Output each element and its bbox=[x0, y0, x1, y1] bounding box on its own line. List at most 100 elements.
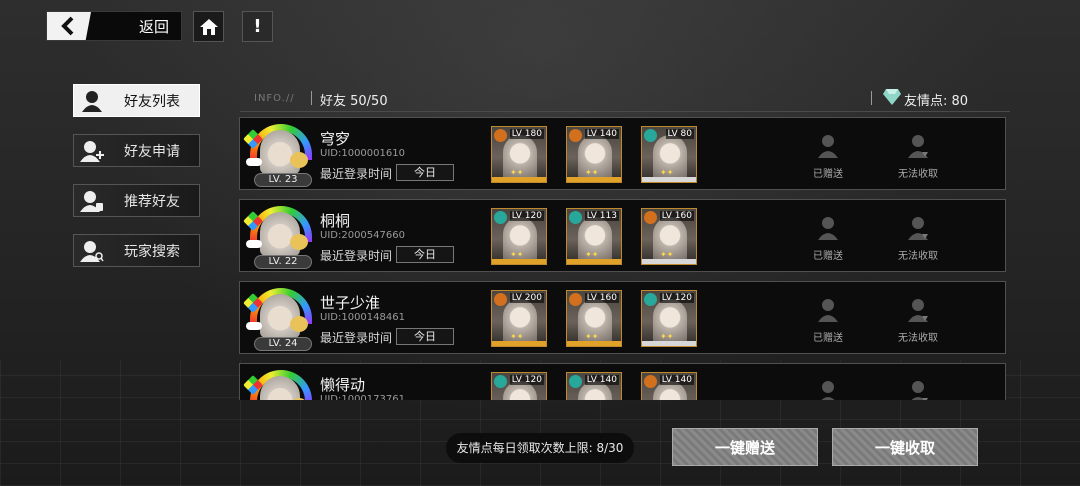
doll-type-icon bbox=[644, 375, 657, 388]
rarity-bar bbox=[642, 177, 696, 182]
gift-user-icon bbox=[818, 217, 838, 240]
back-button[interactable]: 返回 bbox=[46, 11, 182, 41]
receive-user-icon bbox=[908, 135, 928, 158]
cloud-icon bbox=[246, 240, 262, 248]
rarity-bar bbox=[642, 259, 696, 264]
send-gift-button[interactable]: 已赠送 bbox=[793, 380, 863, 400]
login-value: 今日 bbox=[396, 246, 454, 263]
alert-button[interactable]: ! bbox=[242, 11, 273, 42]
receive-gift-button[interactable]: 无法收取 bbox=[883, 380, 953, 400]
tab-recommended-friends[interactable]: 推荐好友 bbox=[73, 184, 200, 217]
doll-level: LV 120 bbox=[659, 293, 694, 303]
receive-gift-button[interactable]: 无法收取 bbox=[883, 298, 953, 344]
send-gift-button[interactable]: 已赠送 bbox=[793, 134, 863, 180]
info-tag: INFO.// bbox=[254, 93, 295, 104]
doll-card[interactable]: LV 160 ✦✦ bbox=[641, 208, 697, 265]
doll-stars-icon: ✦✦ bbox=[585, 168, 599, 177]
user-add-icon bbox=[74, 140, 110, 162]
player-name: 桐桐 bbox=[320, 212, 351, 230]
friend-count: 好友 50/50 bbox=[320, 94, 388, 109]
doll-stars-icon: ✦✦ bbox=[660, 250, 674, 259]
doll-level: LV 200 bbox=[509, 293, 544, 303]
send-all-button[interactable]: 一键赠送 bbox=[672, 428, 818, 466]
avatar[interactable]: LV. 24 bbox=[243, 286, 312, 351]
friend-list[interactable]: LV. 23 穹穸 UID:1000001610 最近登录时间 今日 LV 18… bbox=[239, 117, 1006, 400]
login-value: 今日 bbox=[396, 164, 454, 181]
send-gift-button[interactable]: 已赠送 bbox=[793, 298, 863, 344]
doll-card[interactable]: LV 113 ✦✦ bbox=[566, 208, 622, 265]
login-label: 最近登录时间 bbox=[320, 249, 393, 263]
doll-level: LV 140 bbox=[584, 129, 619, 139]
player-uid: UID:1000001610 bbox=[320, 148, 405, 159]
doll-level: LV 160 bbox=[659, 211, 694, 221]
doll-card[interactable]: LV 120 ✦✦ bbox=[491, 208, 547, 265]
doll-type-icon bbox=[494, 375, 507, 388]
avatar[interactable]: LV. 22 bbox=[243, 204, 312, 269]
back-arrow-icon bbox=[47, 12, 91, 40]
receive-status: 无法收取 bbox=[898, 333, 938, 344]
player-name: 世子少淮 bbox=[320, 294, 381, 312]
divider bbox=[311, 91, 312, 105]
player-uid: UID:2000547660 bbox=[320, 230, 405, 241]
doll-stars-icon: ✦✦ bbox=[660, 332, 674, 341]
player-uid: UID:1000148461 bbox=[320, 312, 405, 323]
rarity-bar bbox=[567, 341, 621, 346]
friendship-points: 友情点: 80 bbox=[904, 94, 969, 109]
rarity-bar bbox=[492, 259, 546, 264]
doll-card[interactable]: LV 120 ✦✦ bbox=[641, 290, 697, 347]
tab-label: 好友申请 bbox=[124, 143, 180, 160]
gift-user-icon bbox=[818, 299, 838, 322]
doll-level: LV 80 bbox=[665, 129, 694, 139]
back-label: 返回 bbox=[139, 17, 170, 36]
doll-card[interactable]: LV 140 ✦✦ bbox=[566, 372, 622, 400]
player-name: 穹穸 bbox=[320, 130, 351, 148]
friend-row[interactable]: LV. 23 懒得动 UID:1000173761 最近登录时间 今日 LV 1… bbox=[239, 363, 1006, 400]
receive-gift-button[interactable]: 无法收取 bbox=[883, 216, 953, 262]
receive-status: 无法收取 bbox=[898, 169, 938, 180]
friend-row[interactable]: LV. 24 世子少淮 UID:1000148461 最近登录时间 今日 LV … bbox=[239, 281, 1006, 354]
doll-stars-icon: ✦✦ bbox=[585, 250, 599, 259]
doll-level: LV 113 bbox=[584, 211, 619, 221]
doll-card[interactable]: LV 80 ✦✦ bbox=[641, 126, 697, 183]
doll-type-icon bbox=[494, 129, 507, 142]
info-header: INFO.// 好友 50/50 友情点: 80 bbox=[240, 86, 1010, 112]
doll-card[interactable]: LV 180 ✦✦ bbox=[491, 126, 547, 183]
avatar[interactable]: LV. 23 bbox=[243, 122, 312, 187]
friend-row[interactable]: LV. 22 桐桐 UID:2000547660 最近登录时间 今日 LV 12… bbox=[239, 199, 1006, 272]
pet-icon bbox=[290, 152, 308, 168]
user-icon bbox=[74, 90, 110, 112]
friend-row[interactable]: LV. 23 穹穸 UID:1000001610 最近登录时间 今日 LV 18… bbox=[239, 117, 1006, 190]
gift-user-icon bbox=[818, 135, 838, 158]
doll-card[interactable]: LV 120 ✦✦ bbox=[491, 372, 547, 400]
player-name: 懒得动 bbox=[320, 376, 366, 394]
send-gift-button[interactable]: 已赠送 bbox=[793, 216, 863, 262]
tab-player-search[interactable]: 玩家搜索 bbox=[73, 234, 200, 267]
user-search-icon bbox=[74, 240, 110, 262]
home-button[interactable] bbox=[193, 11, 224, 42]
rarity-bar bbox=[492, 177, 546, 182]
daily-limit-notice: 友情点每日领取次数上限: 8/30 bbox=[446, 433, 634, 463]
cloud-icon bbox=[246, 158, 262, 166]
gem-icon bbox=[882, 88, 902, 110]
doll-card[interactable]: LV 140 ✦✦ bbox=[566, 126, 622, 183]
receive-all-button[interactable]: 一键收取 bbox=[832, 428, 978, 466]
player-level: LV. 22 bbox=[254, 255, 312, 269]
gift-user-icon bbox=[821, 381, 835, 400]
doll-type-icon bbox=[644, 211, 657, 224]
login-label: 最近登录时间 bbox=[320, 167, 393, 181]
receive-gift-button[interactable]: 无法收取 bbox=[883, 134, 953, 180]
doll-card[interactable]: LV 140 ✦✦ bbox=[641, 372, 697, 400]
doll-level: LV 160 bbox=[584, 293, 619, 303]
doll-card[interactable]: LV 160 ✦✦ bbox=[566, 290, 622, 347]
avatar[interactable]: LV. 23 bbox=[243, 368, 312, 400]
doll-type-icon bbox=[569, 211, 582, 224]
cloud-icon bbox=[246, 322, 262, 330]
tab-friend-requests[interactable]: 好友申请 bbox=[73, 134, 200, 167]
tab-friend-list[interactable]: 好友列表 bbox=[73, 84, 200, 117]
player-level: LV. 24 bbox=[254, 337, 312, 351]
pet-icon bbox=[290, 316, 308, 332]
doll-stars-icon: ✦✦ bbox=[510, 168, 524, 177]
tab-label: 好友列表 bbox=[124, 93, 180, 110]
doll-type-icon bbox=[644, 129, 657, 142]
doll-card[interactable]: LV 200 ✦✦ bbox=[491, 290, 547, 347]
